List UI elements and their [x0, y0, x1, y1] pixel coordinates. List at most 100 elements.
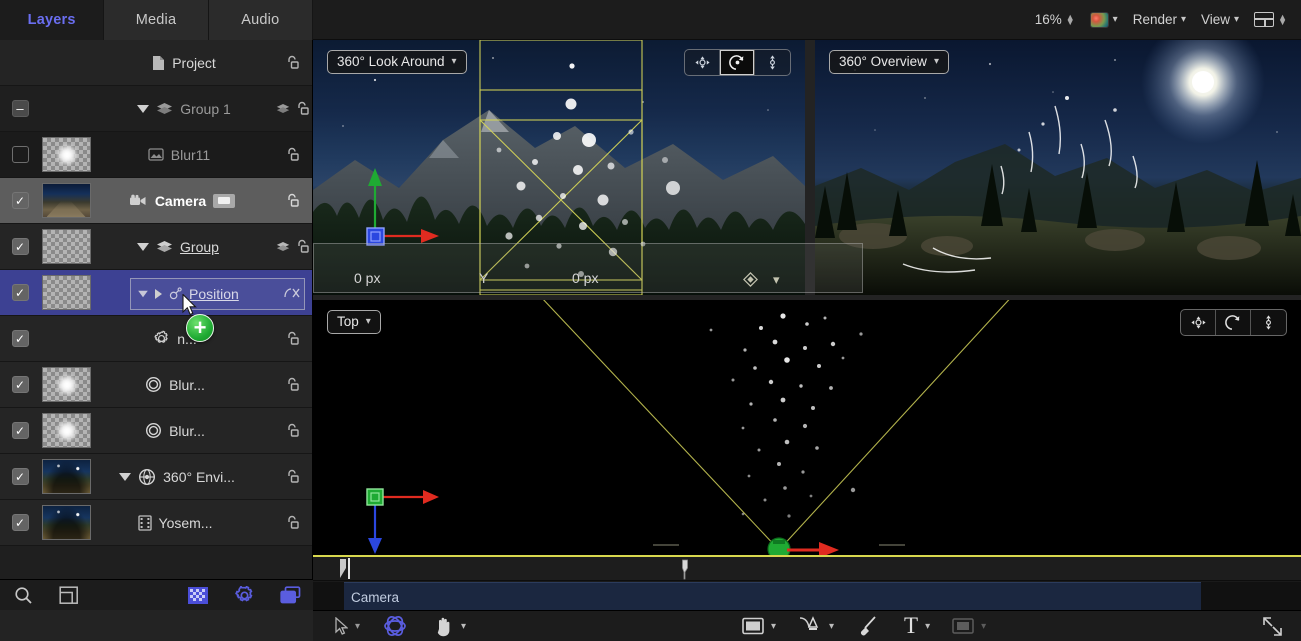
panel-tabs: Layers Media Audio: [0, 0, 313, 40]
layer-enable-checkbox[interactable]: ✓: [12, 146, 29, 163]
layer-lock-cell[interactable]: [272, 331, 312, 346]
orbit-icon[interactable]: [1216, 310, 1251, 335]
stepper-icon: ▲▼: [1066, 15, 1075, 25]
layer-row[interactable]: ✓ Camera: [0, 178, 312, 224]
layer-row[interactable]: ✓ Blur...: [0, 362, 312, 408]
chevron-down-icon[interactable]: ▾: [355, 621, 360, 632]
chevron-down-icon[interactable]: ▾: [925, 621, 930, 632]
viewport-top-camera-menu[interactable]: Top ▾: [327, 310, 381, 334]
dolly-icon[interactable]: [755, 50, 790, 75]
viewport-overview[interactable]: 360° Overview ▾: [815, 40, 1301, 295]
layer-enable-checkbox[interactable]: –: [12, 100, 29, 117]
layer-enable-cell[interactable]: ✓: [0, 468, 40, 485]
layer-lock-cell[interactable]: [272, 147, 312, 162]
layer-enable-cell[interactable]: ✓: [0, 376, 40, 393]
timeline-clip-camera[interactable]: Camera: [344, 582, 1201, 611]
hand-icon[interactable]: [430, 616, 458, 637]
dolly-icon[interactable]: [1251, 310, 1286, 335]
duplicate-icon[interactable]: [267, 586, 313, 604]
layer-enable-cell[interactable]: ✓: [0, 514, 40, 531]
orbit-ring-icon[interactable]: [378, 614, 412, 638]
disclosure-triangle-icon[interactable]: [137, 105, 149, 113]
expand-icon[interactable]: [1258, 616, 1287, 637]
arrow-icon[interactable]: [331, 617, 352, 635]
viewport-top[interactable]: Top ▾: [313, 300, 1301, 555]
chevron-down-icon[interactable]: ▾: [461, 621, 466, 632]
layer-lock-cell[interactable]: [272, 239, 312, 254]
layer-enable-checkbox[interactable]: ✓: [12, 284, 29, 301]
layer-enable-cell[interactable]: ✓: [0, 422, 40, 439]
layer-enable-cell[interactable]: ✓: [0, 330, 40, 347]
motion-app-window: Layers Media Audio 16% ▲▼ ▾ Render ▾ Vie…: [0, 0, 1301, 641]
pan-icon[interactable]: [685, 50, 720, 75]
layer-thumbnail: [42, 459, 91, 494]
layer-enable-checkbox[interactable]: ✓: [12, 514, 29, 531]
layer-row[interactable]: ✓: [0, 270, 312, 316]
layer-row[interactable]: ✓ n...: [0, 316, 312, 362]
layer-row[interactable]: ✓ Blur11: [0, 132, 312, 178]
layer-lock-cell[interactable]: [272, 193, 312, 208]
color-profile-control[interactable]: ▾: [1090, 12, 1118, 28]
layer-enable-checkbox[interactable]: ✓: [12, 422, 29, 439]
viewport-look-around[interactable]: 360° Look Around ▾: [313, 40, 805, 295]
layer-row[interactable]: ✓ Blur...: [0, 408, 312, 454]
timeline-track-area[interactable]: Camera: [313, 582, 1301, 611]
layer-row[interactable]: ✓ 360° Envi...: [0, 454, 312, 500]
layer-name-label: Blur...: [169, 377, 205, 393]
layer-enable-cell[interactable]: ✓: [0, 192, 40, 209]
viewport-camera-menu[interactable]: 360° Look Around ▾: [327, 50, 467, 74]
layer-lock-cell[interactable]: [272, 423, 312, 438]
layer-enable-checkbox[interactable]: ✓: [12, 192, 29, 209]
layer-thumbnail-cell: [40, 505, 92, 540]
layer-enable-checkbox[interactable]: ✓: [12, 238, 29, 255]
layer-enable-checkbox[interactable]: ✓: [12, 376, 29, 393]
tab-media[interactable]: Media: [104, 0, 208, 40]
render-menu[interactable]: Render ▾: [1133, 12, 1186, 27]
tab-audio[interactable]: Audio: [209, 0, 313, 40]
layer-lock-cell[interactable]: [272, 285, 312, 300]
layer-row[interactable]: ✓ Group: [0, 224, 312, 270]
view-menu[interactable]: View ▾: [1201, 12, 1239, 27]
text-T-icon[interactable]: T: [900, 615, 922, 637]
layer-lock-cell[interactable]: [272, 101, 312, 116]
gear-icon[interactable]: [221, 586, 267, 605]
pan-icon[interactable]: [1181, 310, 1216, 335]
timeline-ruler[interactable]: [313, 557, 1301, 581]
disclosure-triangle-icon[interactable]: [137, 243, 149, 251]
playhead-icon[interactable]: [679, 559, 691, 580]
mask-rect-icon[interactable]: [948, 618, 978, 634]
tab-layers[interactable]: Layers: [0, 0, 104, 40]
crop-icon[interactable]: [46, 586, 92, 605]
layer-row[interactable]: ✓ Yosem...: [0, 500, 312, 546]
search-icon[interactable]: [0, 586, 46, 605]
layer-enable-cell[interactable]: ✓: [0, 238, 40, 255]
orbit-icon[interactable]: [720, 50, 755, 75]
layer-lock-cell[interactable]: [272, 515, 312, 530]
viewport-top-scene: [313, 300, 1301, 555]
checkerboard-icon[interactable]: [175, 587, 221, 604]
layer-enable-checkbox[interactable]: ✓: [12, 468, 29, 485]
viewport-overview-camera-menu[interactable]: 360° Overview ▾: [829, 50, 949, 74]
layer-row[interactable]: – Group 1: [0, 86, 312, 132]
layer-lock-cell[interactable]: [272, 469, 312, 484]
chevron-down-icon[interactable]: ▾: [771, 621, 776, 632]
pen-icon[interactable]: [794, 615, 826, 637]
layer-enable-cell[interactable]: –: [0, 100, 40, 117]
zoom-level-control[interactable]: 16% ▲▼: [1035, 12, 1075, 27]
layer-lock-cell[interactable]: [272, 55, 312, 70]
rect-icon[interactable]: [738, 617, 768, 635]
layer-name-cell: 360° Envi...: [92, 468, 272, 486]
brush-icon[interactable]: [852, 615, 882, 637]
layer-name-label: Blur11: [171, 147, 210, 163]
chevron-down-icon[interactable]: ▾: [829, 621, 834, 632]
layer-lock-cell[interactable]: [272, 377, 312, 392]
layers-panel: Project – Group 1: [0, 40, 313, 610]
layer-row[interactable]: Project: [0, 40, 312, 86]
layer-enable-cell[interactable]: ✓: [0, 284, 40, 301]
layer-enable-checkbox[interactable]: ✓: [12, 330, 29, 347]
viewport-overview-menu-label: 360° Overview: [839, 54, 927, 69]
layer-enable-cell[interactable]: ✓: [0, 146, 40, 163]
chevron-down-icon[interactable]: ▾: [981, 621, 986, 632]
disclosure-triangle-icon[interactable]: [119, 473, 131, 481]
layout-control[interactable]: ▲▼: [1254, 12, 1287, 27]
